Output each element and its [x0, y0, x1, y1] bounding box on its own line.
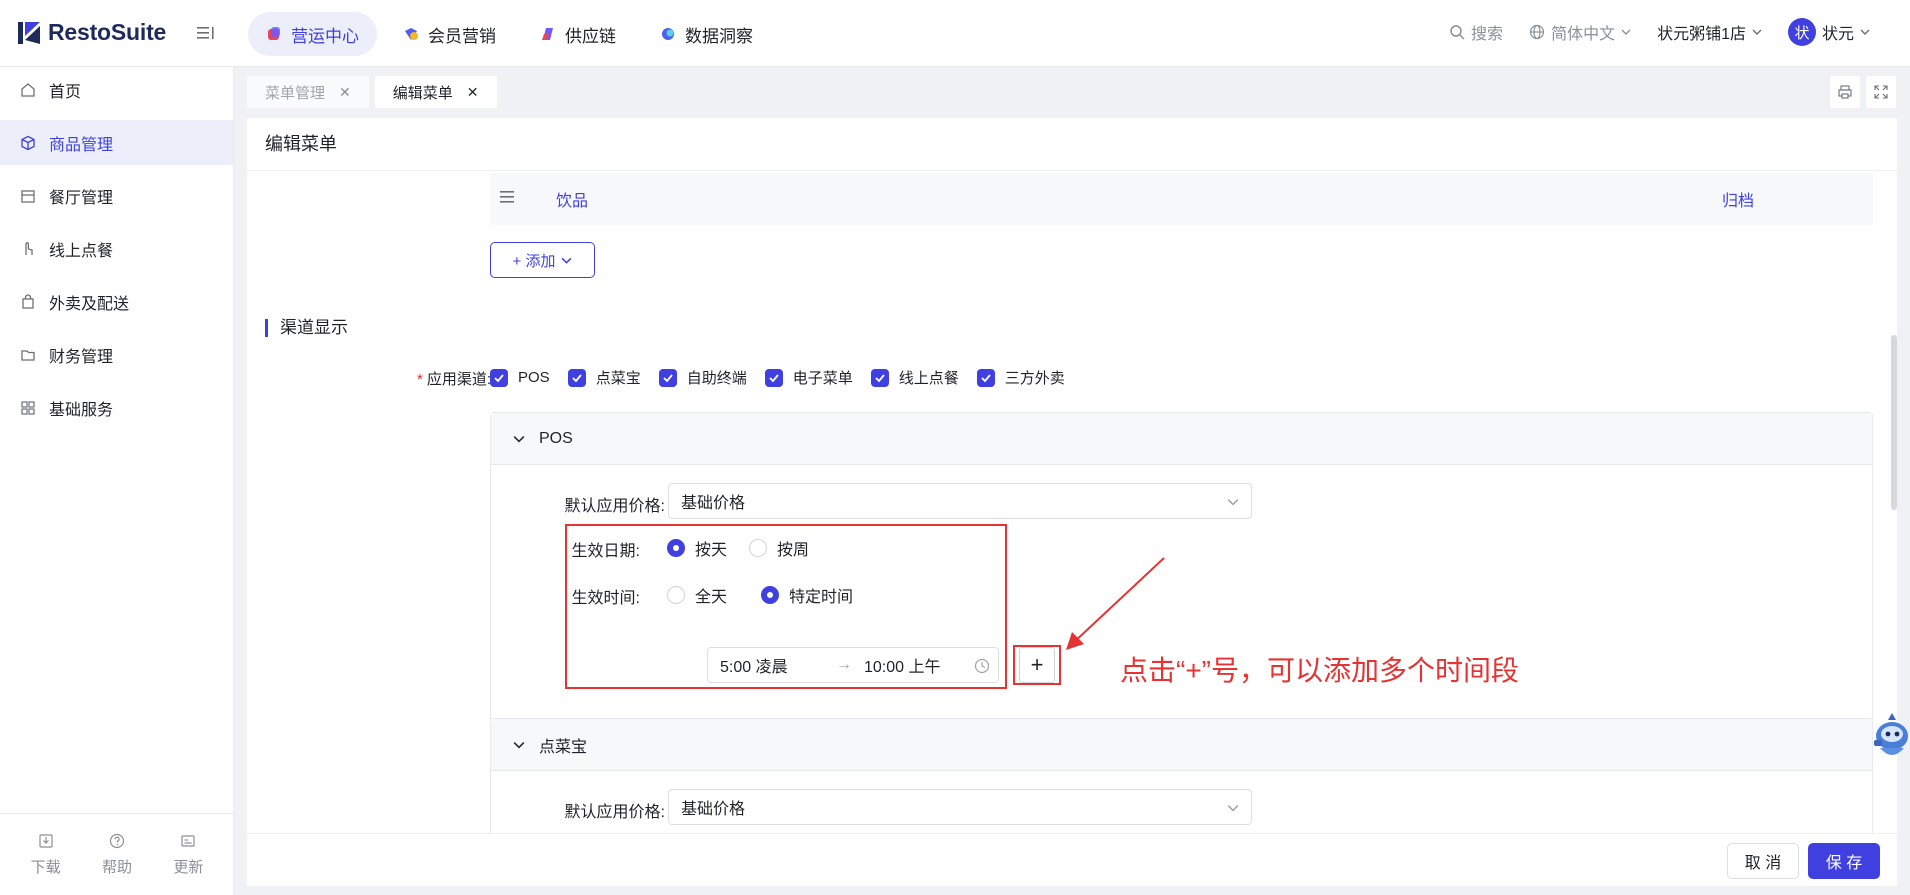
help-button[interactable]: 帮助	[102, 814, 132, 895]
print-icon	[1838, 85, 1852, 99]
sidebar-item-finance[interactable]: 财务管理	[0, 332, 233, 377]
sidebar-item-online-order[interactable]: 线上点餐	[0, 226, 233, 271]
checkbox-online-order[interactable]: 线上点餐	[870, 367, 959, 388]
topnav-membership[interactable]: 会员营销	[385, 12, 514, 56]
check-icon	[658, 368, 677, 387]
cancel-button[interactable]: 取 消	[1727, 843, 1799, 879]
sidebar-item-delivery[interactable]: 外卖及配送	[0, 279, 233, 324]
checkbox-pos[interactable]: POS	[490, 367, 550, 388]
group-name[interactable]: 饮品	[556, 187, 588, 211]
check-icon	[870, 368, 889, 387]
check-icon	[764, 368, 783, 387]
checkbox-dcb[interactable]: 点菜宝	[567, 367, 641, 388]
pos-panel-header[interactable]: POS	[491, 413, 1872, 465]
logo-icon	[18, 21, 40, 44]
download-icon	[39, 833, 53, 848]
save-button[interactable]: 保 存	[1808, 843, 1880, 879]
sidebar: 首页 商品管理 餐厅管理 线上点餐 外卖及配送 财务管理 基础服务 下载 帮助	[0, 67, 234, 895]
close-icon[interactable]: ✕	[467, 84, 479, 101]
home-icon	[21, 82, 35, 97]
annotation-text: 点击“+”号，可以添加多个时间段	[1120, 655, 1520, 686]
top-right-tools: 搜索 简体中文 状元粥铺1店 状 状元	[1449, 18, 1870, 46]
download-button[interactable]: 下载	[31, 814, 61, 895]
chevron-down-icon	[562, 257, 572, 264]
channel-checkboxes: POS 点菜宝 自助终端 电子菜单 线上点餐 三方外卖	[490, 367, 1065, 388]
close-icon[interactable]: ✕	[339, 84, 351, 101]
table-row: 饮品 归档	[490, 173, 1873, 225]
assistant-mascot-icon[interactable]	[1868, 710, 1910, 772]
checkbox-third-party[interactable]: 三方外卖	[976, 367, 1065, 388]
channels-label: * 应用渠道:	[416, 371, 491, 388]
check-icon	[490, 368, 508, 387]
bag-icon	[22, 293, 34, 309]
tab-menu-management[interactable]: 菜单管理 ✕	[247, 76, 369, 108]
add-time-range-button[interactable]: +	[1019, 647, 1055, 683]
brand-logo[interactable]: RestoSuite	[16, 19, 166, 46]
update-button[interactable]: 更新	[173, 814, 203, 895]
price-select[interactable]: 基础价格	[668, 483, 1252, 519]
topnav-supply-chain[interactable]: 供应链	[522, 12, 634, 56]
chevron-down-icon	[513, 435, 525, 443]
page-title: 编辑菜单	[265, 134, 337, 154]
sidebar-footer: 下载 帮助 更新	[0, 813, 234, 895]
price-select[interactable]: 基础价格	[668, 789, 1252, 825]
cube-icon	[21, 135, 35, 150]
chevron-down-icon	[1860, 29, 1870, 35]
page-footer: 取 消 保 存	[247, 833, 1897, 886]
chevron-down-icon	[1227, 805, 1239, 812]
language-selector[interactable]: 简体中文	[1529, 20, 1631, 44]
user-menu[interactable]: 状 状元	[1787, 18, 1870, 46]
search-icon	[1450, 25, 1465, 40]
data-insight-icon	[662, 28, 674, 40]
store-selector[interactable]: 状元粥铺1店	[1657, 20, 1762, 44]
topnav-operations[interactable]: 营运中心	[248, 12, 377, 56]
global-search[interactable]: 搜索	[1449, 20, 1503, 44]
add-button[interactable]: + 添加	[490, 242, 595, 278]
price-label: 默认应用价格:	[564, 498, 665, 515]
sidebar-item-restaurant[interactable]: 餐厅管理	[0, 173, 233, 218]
top-nav: 营运中心 会员营销 供应链 数据洞察	[248, 12, 771, 56]
fullscreen-button[interactable]	[1866, 76, 1896, 108]
hand-pointer-icon	[25, 241, 33, 255]
print-button[interactable]	[1830, 76, 1860, 108]
sidebar-item-basic-services[interactable]: 基础服务	[0, 385, 233, 430]
tab-edit-menu[interactable]: 编辑菜单 ✕	[374, 76, 497, 108]
chevron-down-icon	[1621, 29, 1631, 35]
page-tabs: 菜单管理 ✕ 编辑菜单 ✕	[247, 76, 497, 108]
scrollbar[interactable]	[1891, 335, 1897, 510]
operations-icon	[268, 27, 280, 40]
section-title: 渠道显示	[265, 319, 348, 337]
membership-icon	[405, 28, 418, 40]
store-icon	[21, 189, 35, 203]
folder-icon	[21, 349, 35, 361]
check-icon	[976, 368, 995, 387]
avatar: 状	[1787, 18, 1816, 46]
help-icon	[109, 833, 125, 848]
window-buttons	[1830, 76, 1896, 108]
sidebar-item-products[interactable]: 商品管理	[0, 120, 233, 165]
chevron-down-icon	[1752, 29, 1762, 35]
sidebar-item-home[interactable]: 首页	[0, 67, 233, 112]
top-bar: RestoSuite 营运中心 会员营销 供应链 数据洞察 搜索 简体中文 状元…	[0, 0, 1910, 67]
fullscreen-icon	[1874, 85, 1888, 99]
update-icon	[181, 834, 195, 847]
menu-collapse-icon[interactable]	[196, 24, 216, 42]
checkbox-emenu[interactable]: 电子菜单	[764, 367, 853, 388]
main-content: 编辑菜单 饮品 归档 + 添加 渠道显示 * 应用渠道: POS 点菜宝 自助终端…	[247, 118, 1897, 886]
chevron-down-icon	[1227, 499, 1239, 506]
supply-chain-icon	[542, 28, 553, 40]
dcb-panel-header[interactable]: 点菜宝	[491, 719, 1872, 771]
price-label: 默认应用价格:	[564, 804, 665, 821]
check-icon	[567, 368, 586, 387]
grid-icon	[21, 400, 35, 415]
drag-handle-icon[interactable]	[500, 191, 514, 203]
divider	[247, 170, 1897, 171]
globe-icon	[1529, 24, 1545, 40]
annotation-highlight-box	[565, 524, 1007, 689]
topnav-data-insight[interactable]: 数据洞察	[642, 12, 771, 56]
checkbox-kiosk[interactable]: 自助终端	[658, 367, 747, 388]
archive-link[interactable]: 归档	[1722, 187, 1754, 211]
chevron-down-icon	[513, 741, 525, 749]
brand-name: RestoSuite	[48, 19, 167, 45]
